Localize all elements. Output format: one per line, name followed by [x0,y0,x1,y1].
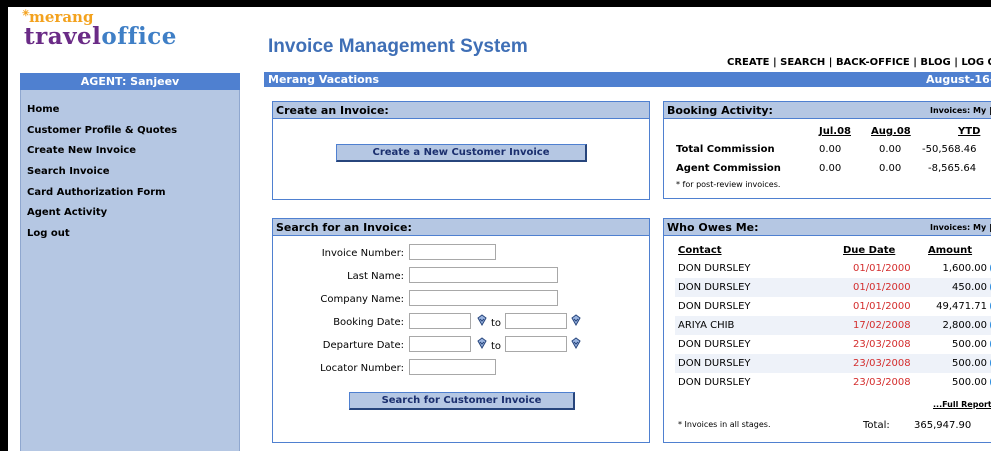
last-name-label: Last Name: [347,271,404,282]
table-row: DON DURSLEY01/01/20001,600.00+ [675,259,991,278]
total-commission-label: Total Commission [676,144,775,155]
booking-date-to-input[interactable] [505,313,567,329]
total-commission-aug: 0.00 [879,144,902,155]
agent-label: AGENT: Sanjeev [20,73,240,90]
locator-number-input[interactable] [409,359,496,375]
company-name-input[interactable] [409,290,558,306]
booking-invoice-filter[interactable]: Invoices: My | Al [930,102,991,118]
current-date: August-16- [926,73,991,86]
create-panel-title: Create an Invoice: [273,102,649,119]
sparkle-icon: ✳ [22,9,30,19]
nav-blog[interactable]: BLOG [920,57,950,68]
table-row: DON DURSLEY01/01/2000450.00+ [675,278,991,297]
sidebar: Home Customer Profile & Quotes Create Ne… [20,90,240,451]
window-top-border [0,0,991,7]
logo-main-b: office [101,23,177,50]
sidebar-item-card-authorization[interactable]: Card Authorization Form [27,187,239,208]
page-title: Invoice Management System [268,36,528,57]
search-invoice-button[interactable]: Search for Customer Invoice [349,392,575,410]
owes-panel-title: Who Owes Me: [667,221,759,234]
total-label: Total: [863,420,890,431]
booking-date-from-input[interactable] [409,313,471,329]
sidebar-item-customer-profile[interactable]: Customer Profile & Quotes [27,125,239,146]
logo-main-a: travel [24,23,102,50]
total-commission-jul: 0.00 [819,144,842,155]
total-commission-ytd: -50,568.46 [922,144,977,155]
top-nav: CREATE | SEARCH | BACK-OFFICE | BLOG | L… [727,57,991,68]
owes-invoice-filter[interactable]: Invoices: My | Al [930,219,991,235]
travel-office-logo[interactable]: ✳ merang traveloffice [22,8,177,50]
nav-create[interactable]: CREATE [727,57,770,68]
locator-number-label: Locator Number: [320,363,404,374]
table-row: DON DURSLEY23/03/2008500.00+ [675,335,991,354]
table-row: ARIYA CHIB17/02/20082,800.00+ [675,316,991,335]
nav-logout[interactable]: LOG O [961,57,991,68]
who-owes-me-panel: Who Owes Me: Invoices: My | Al Contact D… [663,218,991,443]
departure-date-from-input[interactable] [409,336,471,352]
agent-commission-aug: 0.00 [879,163,902,174]
invoice-number-label: Invoice Number: [321,248,404,259]
sidebar-item-search-invoice[interactable]: Search Invoice [27,166,239,187]
table-row: DON DURSLEY23/03/2008500.00+ [675,354,991,373]
sidebar-item-logout[interactable]: Log out [27,228,239,249]
window-left-border [0,0,8,451]
col-amount: Amount [928,245,973,256]
booking-date-label: Booking Date: [333,317,404,328]
create-new-invoice-button[interactable]: Create a New Customer Invoice [336,144,587,162]
table-row: DON DURSLEY01/01/200049,471.71+ [675,297,991,316]
table-row: DON DURSLEY23/03/2008500.00+ [675,373,991,392]
calendar-icon[interactable] [476,314,488,326]
sidebar-item-agent-activity[interactable]: Agent Activity [27,207,239,228]
search-panel-title: Search for an Invoice: [273,219,649,236]
company-bar: Merang Vacations August-16- [264,72,991,87]
calendar-icon[interactable] [570,337,582,349]
owes-note: * Invoices in all stages. [678,420,771,429]
col-aug08: Aug.08 [871,126,911,137]
agent-commission-label: Agent Commission [676,163,781,174]
agent-commission-jul: 0.00 [819,163,842,174]
calendar-icon[interactable] [570,314,582,326]
booking-date-to-label: to [491,318,502,329]
col-ytd: YTD [958,126,981,137]
sidebar-item-create-invoice[interactable]: Create New Invoice [27,145,239,166]
nav-back-office[interactable]: BACK-OFFICE [836,57,910,68]
agent-commission-ytd: -8,565.64 [928,163,977,174]
invoice-number-input[interactable] [409,244,496,260]
departure-date-label: Departure Date: [322,340,404,351]
company-name-label: Company Name: [320,294,404,305]
last-name-input[interactable] [409,267,558,283]
logo-top-text: merang [29,8,94,26]
departure-date-to-input[interactable] [505,336,567,352]
nav-search[interactable]: SEARCH [780,57,825,68]
company-name: Merang Vacations [268,73,380,86]
search-invoice-panel: Search for an Invoice: Invoice Number: L… [272,218,650,443]
total-value: 365,947.90 [914,420,972,431]
booking-activity-panel: Booking Activity: Invoices: My | Al Jul.… [663,101,991,199]
col-contact: Contact [678,245,722,256]
sidebar-item-home[interactable]: Home [27,104,239,125]
booking-note: * for post-review invoices. [676,180,781,189]
full-report-link[interactable]: ...Full Report [933,400,991,409]
departure-date-to-label: to [491,341,502,352]
col-jul08: Jul.08 [819,126,851,137]
booking-panel-title: Booking Activity: [667,104,773,117]
calendar-icon[interactable] [476,337,488,349]
col-due-date: Due Date [843,245,896,256]
create-invoice-panel: Create an Invoice: Create a New Customer… [272,101,650,200]
